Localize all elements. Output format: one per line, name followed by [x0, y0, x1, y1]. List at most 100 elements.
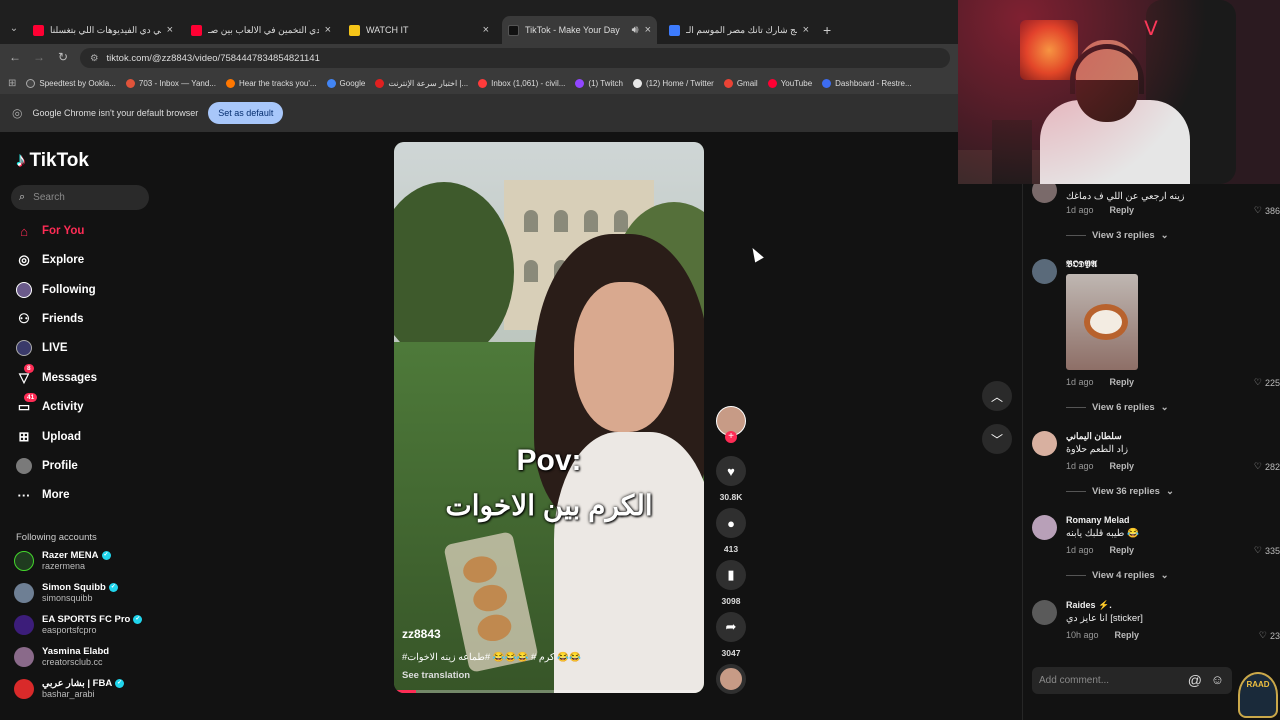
new-tab-button[interactable]: + [823, 22, 831, 38]
apps-icon[interactable]: ⊞ [8, 78, 16, 89]
nav-activity[interactable]: ▭ 41 Activity [16, 393, 146, 415]
close-icon[interactable]: × [645, 24, 651, 36]
avatar[interactable] [1032, 515, 1057, 540]
nav-profile[interactable]: Profile [16, 458, 146, 474]
view-replies-button[interactable]: View 4 replies ⌄ [1066, 570, 1169, 581]
bookmark-icon [225, 78, 235, 88]
home-icon: ⌂ [20, 223, 28, 239]
close-icon[interactable]: × [483, 24, 489, 36]
see-translation-link[interactable]: See translation [402, 670, 470, 681]
tab-2[interactable]: تحدي التخمين في الالعاب بين صـ... × [185, 16, 337, 44]
nav-messages[interactable]: ▽ 8 Messages [16, 364, 146, 386]
tab-1[interactable]: هي دي الفيديوهات اللي بتغسلنا... × [27, 16, 179, 44]
bookmark[interactable]: Hear the tracks you'... [225, 78, 317, 88]
nav-more[interactable]: ··· More [16, 487, 146, 503]
likes-count: 23 [1269, 630, 1280, 641]
video-player[interactable]: Pov: الكرم بين الاخوات zz8843 #كرم # 😂😂😂… [394, 142, 704, 693]
video-progress-bar[interactable] [394, 690, 704, 693]
comment-author[interactable]: سلطان اليماني [1066, 431, 1122, 442]
tab-search-button[interactable]: ⌄ [6, 21, 22, 37]
like-button[interactable]: ♥ [716, 456, 746, 486]
site-info-icon[interactable]: ⚙︎ [90, 53, 99, 64]
bookmark[interactable]: Google [326, 78, 365, 88]
avatar[interactable] [1032, 259, 1057, 284]
following-account[interactable]: بشار عربي | FBA ✓ bashar_arabi [14, 678, 164, 699]
following-account[interactable]: Razer MENA ✓ razermena [14, 550, 164, 571]
view-replies-button[interactable]: View 3 replies ⌄ [1066, 230, 1169, 241]
search-input[interactable]: ⌕ Search [11, 185, 149, 210]
reply-button[interactable]: Reply [1110, 545, 1135, 555]
comment-likes[interactable]: ♡ 335 [1254, 545, 1280, 556]
account-username: bashar_arabi [42, 689, 95, 699]
comment-author[interactable]: Romany Melad [1066, 515, 1130, 525]
comment-author[interactable]: 𝕭𝕺𝕯𝖄𝕬 [1066, 259, 1097, 270]
comment: 𝕭𝕺𝕯𝖄𝕬 1d ago Reply ♡ 225 View 6 replies ⌄ [1032, 259, 1280, 419]
following-account[interactable]: Simon Squibb ✓ simonsquibb [14, 582, 164, 603]
comment-likes[interactable]: ♡ 23 [1259, 630, 1280, 641]
avatar[interactable] [1032, 431, 1057, 456]
reply-button[interactable]: Reply [1110, 377, 1135, 387]
nav-for-you[interactable]: ⌂ For You [16, 223, 146, 239]
youtube-icon [767, 78, 777, 88]
tab-4-active[interactable]: TikTok - Make Your Day 🔊︎ × [502, 16, 657, 44]
share-count: 3047 [721, 648, 741, 658]
set-default-button[interactable]: Set as default [208, 102, 284, 124]
save-button[interactable]: ▮ [716, 560, 746, 590]
bookmark[interactable]: (1) Twitch [575, 78, 623, 88]
address-bar[interactable]: ⚙︎ tiktok.com/@zz8843/video/758444783485… [80, 48, 950, 68]
comment-likes[interactable]: ♡ 386 [1254, 205, 1280, 216]
tab-5[interactable]: برنامج شارك تانك مصر الموسم الـ... × [663, 16, 815, 44]
comment-time: 1d ago [1066, 461, 1094, 471]
bookmark-label: Gmail [736, 78, 758, 88]
nav-friends[interactable]: ⚇ Friends [16, 311, 146, 327]
nav-following[interactable]: Following [16, 282, 146, 298]
forward-icon[interactable]: → [31, 50, 47, 64]
bookmark[interactable]: 703 - Inbox — Yand... [125, 78, 216, 88]
close-icon[interactable]: × [167, 24, 173, 36]
nav-explore[interactable]: ◎ Explore [16, 252, 146, 268]
comment-button[interactable]: ● [716, 508, 746, 538]
bookmark[interactable]: Inbox (1,061) - civil... [478, 78, 565, 88]
bookmark[interactable]: Gmail [723, 78, 758, 88]
music-disc-icon[interactable] [716, 664, 746, 694]
reply-button[interactable]: Reply [1110, 461, 1135, 471]
tiktok-logo[interactable]: ♪ TikTok [16, 150, 89, 172]
video-username[interactable]: zz8843 [402, 627, 441, 641]
comment-likes[interactable]: ♡ 282 [1254, 461, 1280, 472]
share-button[interactable]: ➦ [716, 612, 746, 642]
chevron-down-icon: ⌄ [1160, 402, 1169, 413]
tab-3[interactable]: WATCH IT × [343, 16, 495, 44]
speaker-icon[interactable]: 🔊︎ [632, 24, 639, 37]
close-icon[interactable]: × [803, 24, 809, 36]
reply-button[interactable]: Reply [1110, 205, 1135, 215]
view-replies-label: View 6 replies [1092, 402, 1155, 413]
view-replies-button[interactable]: View 36 replies ⌄ [1066, 486, 1174, 497]
comment-author[interactable]: Raides ⚡. [1066, 600, 1112, 611]
nav-live[interactable]: LIVE [16, 340, 146, 356]
share-icon: ➦ [725, 619, 737, 634]
next-video-button[interactable]: ﹀ [982, 424, 1012, 454]
reload-icon[interactable]: ↻ [55, 50, 71, 64]
avatar[interactable] [1032, 600, 1057, 625]
view-replies-button[interactable]: View 6 replies ⌄ [1066, 402, 1169, 413]
following-account[interactable]: EA SPORTS FC Pro ✓ easportsfcpro [14, 614, 164, 635]
comment-likes[interactable]: ♡ 225 [1254, 377, 1280, 388]
close-icon[interactable]: × [325, 24, 331, 36]
mention-icon[interactable]: @ [1188, 672, 1202, 688]
emoji-icon[interactable]: ☺ [1211, 672, 1224, 687]
back-icon[interactable]: ← [7, 50, 23, 64]
comment-sticker-image[interactable] [1066, 274, 1138, 370]
add-comment-input[interactable]: Add comment... @ ☺ [1032, 667, 1232, 694]
following-account[interactable]: Yasmina Elabd creatorsclub.cc [14, 646, 164, 667]
bookmark[interactable]: Speedtest by Ookla... [26, 78, 116, 88]
bookmark[interactable]: اختبار سرعة الإنترنت |... [375, 78, 468, 88]
comment: سلطان اليماني زاد الطعم حلاوة 1d ago Repl… [1032, 431, 1280, 501]
nav-upload[interactable]: ⊞ Upload [16, 429, 146, 445]
bookmark[interactable]: (12) Home / Twitter [632, 78, 714, 88]
bookmark[interactable]: YouTube [767, 78, 812, 88]
bookmark[interactable]: Dashboard - Restre... [822, 78, 912, 88]
previous-video-button[interactable]: ︿ [982, 381, 1012, 411]
x-icon [632, 78, 642, 88]
reply-button[interactable]: Reply [1115, 630, 1140, 640]
follow-plus-icon[interactable]: + [725, 431, 737, 443]
